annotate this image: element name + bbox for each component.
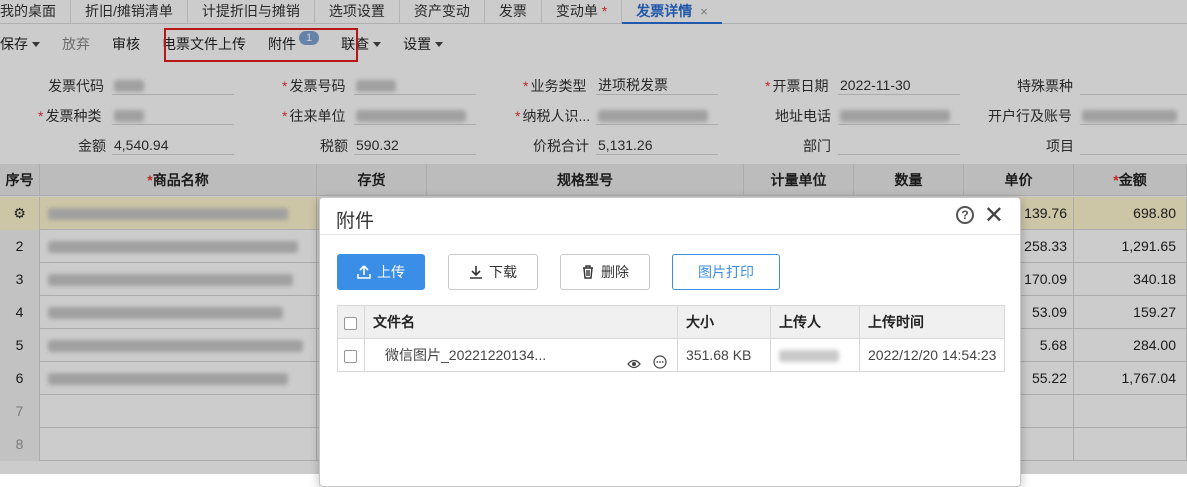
eye-icon[interactable] bbox=[627, 349, 641, 372]
filename-text: 微信图片_20221220134... bbox=[385, 347, 547, 363]
col-header-uploader[interactable]: 上传人 bbox=[771, 306, 860, 339]
col-header-size[interactable]: 大小 bbox=[678, 306, 771, 339]
delete-label: 删除 bbox=[601, 264, 629, 280]
uploader-cell bbox=[771, 339, 860, 372]
download-button[interactable]: 下载 bbox=[448, 254, 538, 290]
col-header-filename[interactable]: 文件名 bbox=[365, 306, 678, 339]
upload-label: 上传 bbox=[377, 264, 405, 280]
delete-button[interactable]: 删除 bbox=[560, 254, 650, 290]
help-icon[interactable]: ? bbox=[956, 206, 974, 224]
trash-icon bbox=[583, 265, 593, 279]
print-image-button[interactable]: 图片打印 bbox=[672, 254, 780, 290]
dialog-divider bbox=[320, 234, 1020, 235]
dialog-title: 附件 bbox=[336, 211, 375, 232]
more-icon[interactable] bbox=[653, 348, 667, 372]
col-header-upload-time[interactable]: 上传时间 bbox=[860, 306, 1006, 339]
download-label: 下载 bbox=[489, 264, 517, 280]
download-icon bbox=[470, 266, 482, 279]
row-checkbox[interactable] bbox=[344, 349, 357, 363]
table-row[interactable]: 微信图片_20221220134... 351.68 KB 2022/12/20… bbox=[338, 339, 1004, 372]
size-cell: 351.68 KB bbox=[678, 339, 771, 372]
row-select-cell bbox=[338, 339, 365, 372]
redacted-value bbox=[779, 350, 839, 363]
select-all-checkbox[interactable] bbox=[344, 316, 357, 330]
upload-icon bbox=[357, 265, 371, 279]
upload-time-cell: 2022/12/20 14:54:23 bbox=[868, 347, 997, 363]
print-image-label: 图片打印 bbox=[698, 264, 754, 280]
filename-cell[interactable]: 微信图片_20221220134... bbox=[365, 339, 678, 372]
select-all-cell bbox=[338, 306, 365, 339]
attachments-dialog: 附件 ? ✕ 上传 下载 删除 图片打印 文件名 大小 上传人 上传时间 微信图… bbox=[319, 197, 1021, 487]
close-icon[interactable]: ✕ bbox=[984, 201, 1004, 230]
table-header: 文件名 大小 上传人 上传时间 bbox=[338, 306, 1004, 339]
attachments-table: 文件名 大小 上传人 上传时间 微信图片_20221220134... 351.… bbox=[337, 305, 1005, 372]
upload-button[interactable]: 上传 bbox=[337, 254, 425, 290]
